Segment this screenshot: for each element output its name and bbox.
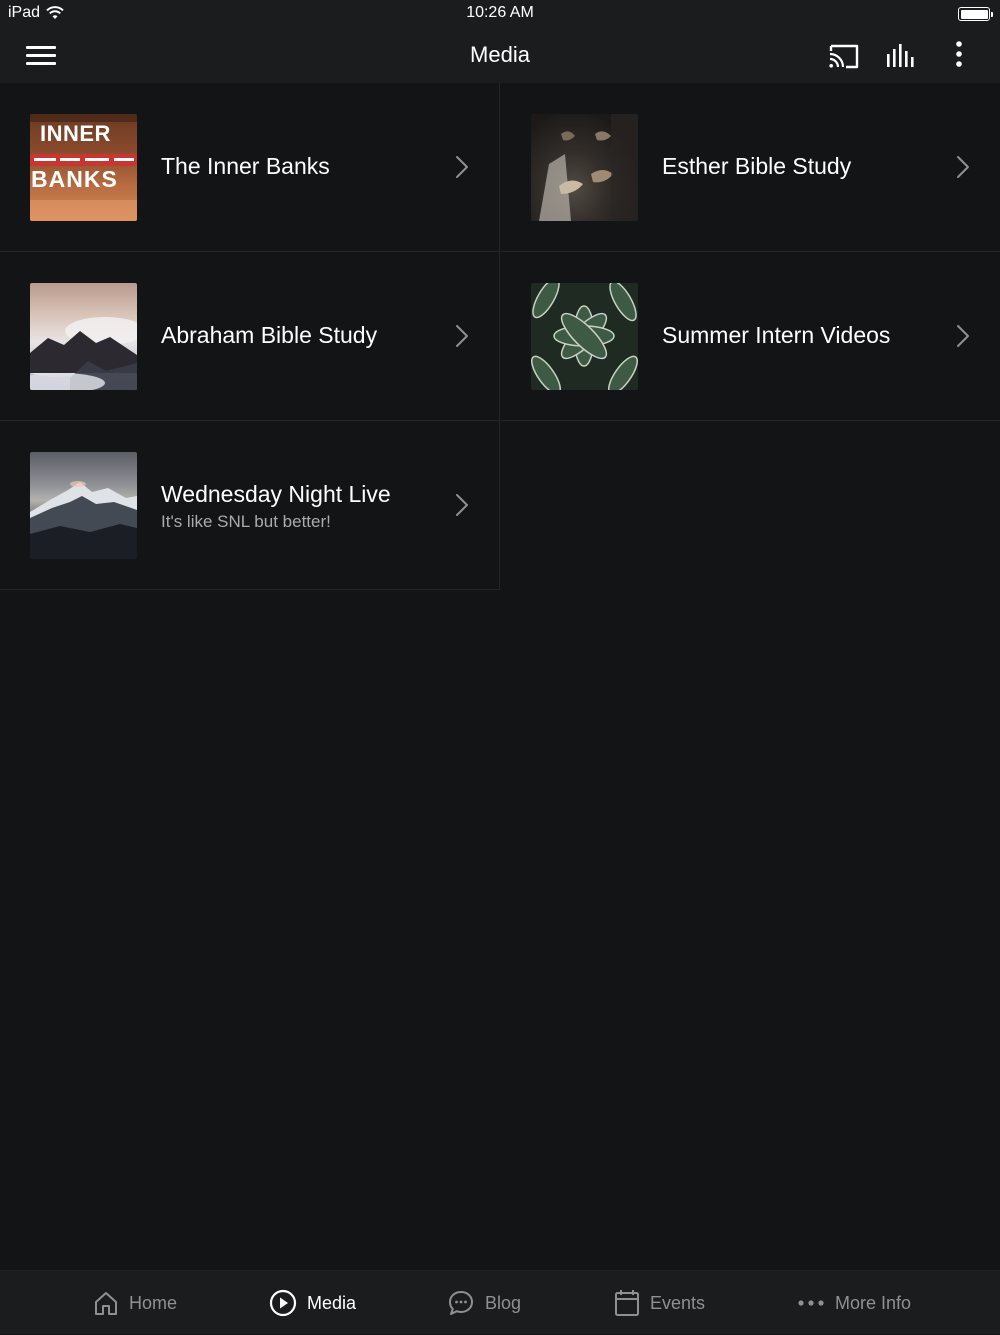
home-icon (95, 1292, 117, 1315)
cast-icon[interactable] (827, 40, 861, 72)
inner-banks-logo-top: INNER (40, 121, 111, 146)
chevron-right-icon (456, 156, 468, 178)
esther-bible-study-thumbnail (531, 114, 638, 221)
chevron-right-icon (957, 156, 969, 178)
tab-blog[interactable]: Blog (447, 1271, 521, 1335)
tab-label: Media (307, 1292, 357, 1313)
media-item-title: The Inner Banks (161, 153, 330, 179)
equalizer-icon[interactable] (884, 40, 918, 72)
media-item-title: Abraham Bible Study (161, 322, 378, 348)
media-item-esther-bible-study[interactable]: Esther Bible Study (501, 83, 1000, 252)
media-item-inner-banks[interactable]: INNER BANKS The Inner Banks (0, 83, 500, 252)
summer-intern-videos-thumbnail (531, 283, 638, 390)
chevron-right-icon (456, 325, 468, 347)
play-circle-icon (269, 1289, 297, 1317)
tab-more-info[interactable]: More Info (797, 1271, 911, 1335)
more-dots-icon (798, 1300, 824, 1306)
more-vertical-icon[interactable] (942, 40, 976, 72)
status-time: 10:26 AM (466, 4, 534, 21)
media-item-subtitle: It's like SNL but better! (161, 512, 331, 531)
tab-label: Blog (485, 1292, 522, 1313)
status-bar: iPad 10:26 AM (0, 0, 1000, 28)
chevron-right-icon (456, 494, 468, 516)
hands-image (531, 114, 638, 221)
chat-bubble-icon (449, 1291, 473, 1315)
clouds-mountains-image (30, 317, 137, 390)
media-item-title: Esther Bible Study (662, 153, 852, 179)
wednesday-night-live-thumbnail (30, 452, 137, 559)
calendar-icon (615, 1290, 639, 1316)
media-item-title: Wednesday Night Live (161, 481, 391, 507)
media-item-wednesday-night-live[interactable]: Wednesday Night Live It's like SNL but b… (0, 421, 500, 590)
media-item-summer-intern-videos[interactable]: Summer Intern Videos (501, 252, 1000, 421)
nav-bar: Media (0, 28, 1000, 83)
inner-banks-logo-bottom: BANKS (31, 166, 118, 192)
tab-home[interactable]: Home (93, 1271, 177, 1335)
tab-media[interactable]: Media (269, 1271, 356, 1335)
media-item-title: Summer Intern Videos (662, 322, 891, 348)
tab-bar: Home Media Blog Events More Info (0, 1270, 1000, 1334)
battery-icon (958, 7, 993, 21)
tab-events[interactable]: Events (614, 1271, 705, 1335)
tab-label: Events (650, 1292, 706, 1313)
media-item-abraham-bible-study[interactable]: Abraham Bible Study (0, 252, 500, 421)
tab-label: Home (129, 1292, 178, 1313)
abraham-bible-study-thumbnail (30, 283, 137, 390)
mountain-peaks-image (30, 481, 137, 559)
leaves-image (531, 283, 638, 390)
inner-banks-thumbnail: INNER BANKS (30, 114, 137, 221)
tab-label: More Info (835, 1292, 912, 1313)
chevron-right-icon (957, 325, 969, 347)
